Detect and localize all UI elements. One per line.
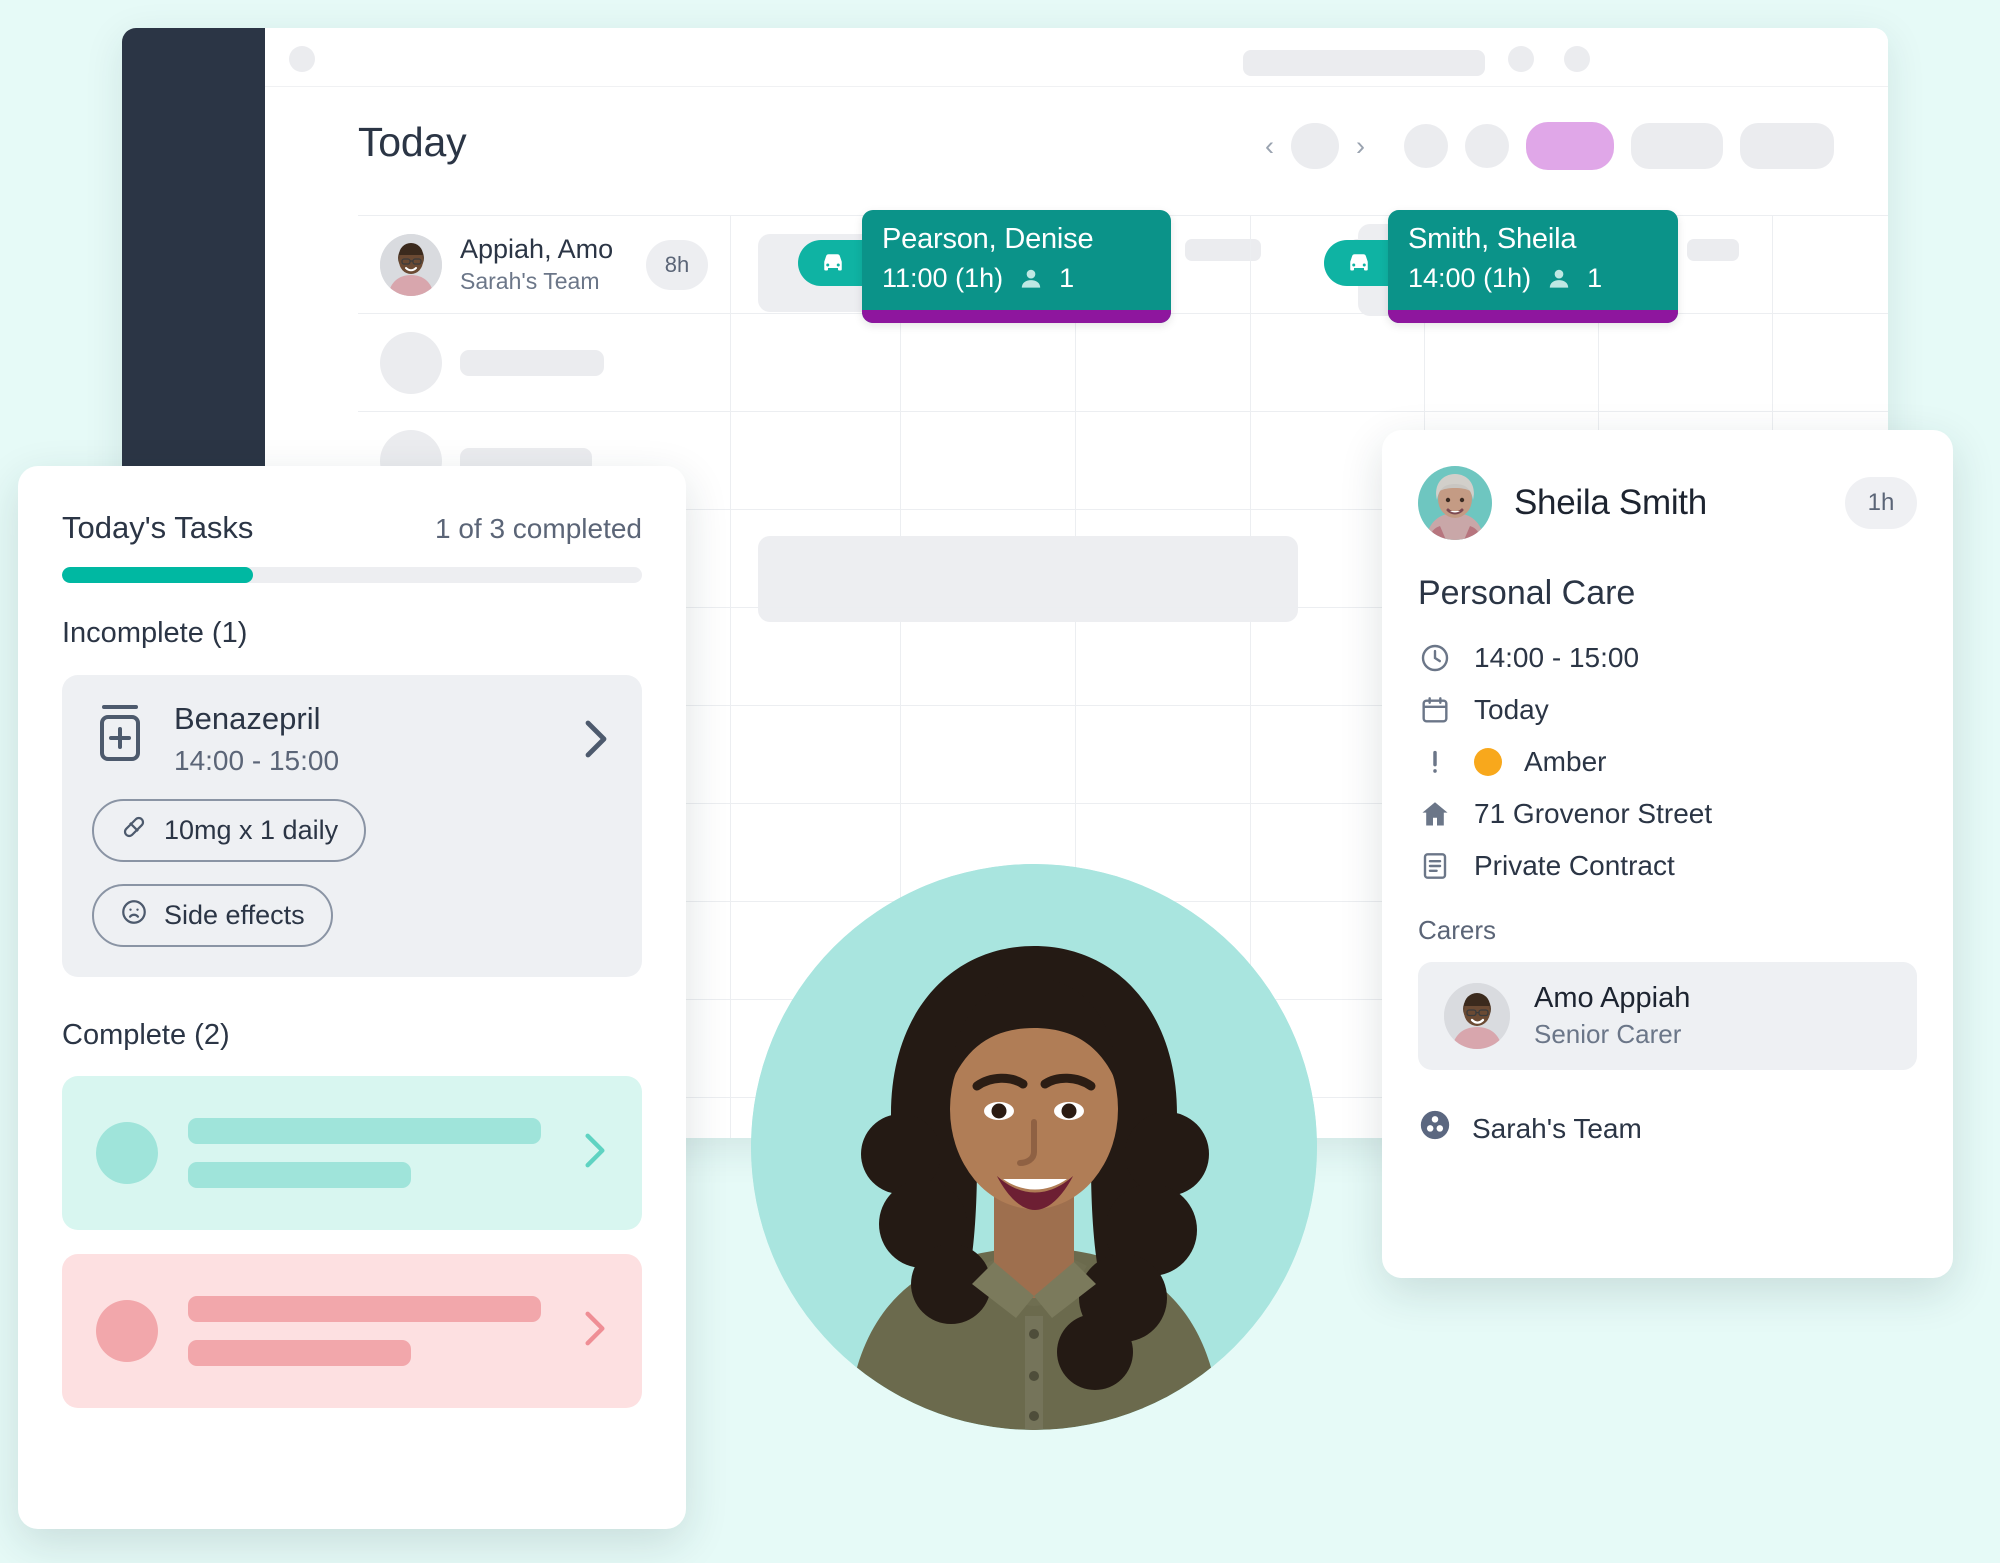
tasks-header: Today's Tasks 1 of 3 completed bbox=[62, 510, 642, 546]
task-item-benazepril[interactable]: Benazepril 14:00 - 15:00 10mg x 1 daily bbox=[62, 675, 642, 977]
chevron-left-icon[interactable]: ‹ bbox=[1265, 132, 1274, 160]
completed-task-item[interactable] bbox=[62, 1253, 642, 1408]
avatar bbox=[380, 233, 442, 296]
medication-bottle-icon bbox=[92, 701, 148, 768]
document-icon bbox=[1418, 849, 1452, 883]
alert-icon bbox=[1418, 745, 1452, 779]
task-time: 14:00 - 15:00 bbox=[174, 744, 340, 776]
appointment-people-count: 1 bbox=[1587, 263, 1603, 294]
appointment-people-count: 1 bbox=[1059, 263, 1075, 294]
detail-row-time: 14:00 - 15:00 bbox=[1418, 641, 1917, 675]
detail-priority-value: Amber bbox=[1524, 746, 1607, 777]
page-header: Today ‹ › bbox=[265, 87, 1888, 261]
avatar bbox=[1418, 466, 1492, 540]
appointment-client: Pearson, Denise bbox=[882, 223, 1094, 255]
pill-icon bbox=[120, 813, 148, 848]
incomplete-section-label: Incomplete (1) bbox=[62, 617, 248, 649]
carer-chip[interactable]: Amo Appiah Senior Carer bbox=[1418, 962, 1917, 1070]
app-chrome-bar bbox=[265, 28, 1888, 87]
chrome-menu-placeholder[interactable] bbox=[289, 46, 315, 72]
avatar bbox=[1444, 983, 1510, 1049]
detail-info-rows: 14:00 - 15:00 Today Amber 71 Grovenor St… bbox=[1418, 641, 1917, 883]
detail-time-value: 14:00 - 15:00 bbox=[1474, 642, 1640, 673]
detail-row-date: Today bbox=[1418, 693, 1917, 727]
detail-row-priority: Amber bbox=[1418, 745, 1917, 779]
carer-chip-name: Amo Appiah bbox=[1534, 982, 1691, 1014]
avatar-placeholder bbox=[380, 331, 442, 394]
sad-face-icon bbox=[120, 898, 148, 933]
appointment-client: Smith, Sheila bbox=[1408, 223, 1577, 255]
hero-photo bbox=[751, 864, 1317, 1430]
completed-task-item[interactable] bbox=[62, 1075, 642, 1230]
chevron-right-icon[interactable] bbox=[584, 1131, 606, 1174]
detail-date-value: Today bbox=[1474, 694, 1549, 725]
completed-task-avatar-placeholder bbox=[96, 1299, 158, 1362]
page-title: Today bbox=[358, 119, 467, 165]
screenshot-stage: Today ‹ › Appiah, Amo Sarah's Team 8h Pe… bbox=[0, 0, 2000, 1563]
completed-task-sub-placeholder bbox=[188, 1161, 411, 1188]
detail-client-name: Sheila Smith bbox=[1514, 483, 1707, 522]
task-chip-side-effects[interactable]: Side effects bbox=[92, 883, 333, 947]
appointment-time: 11:00 (1h) bbox=[882, 263, 1004, 294]
carer-name-placeholder bbox=[460, 349, 604, 376]
carer-name: Appiah, Amo bbox=[460, 233, 614, 264]
detail-duration-badge: 1h bbox=[1845, 477, 1917, 529]
person-icon bbox=[1021, 269, 1041, 288]
detail-service-type: Personal Care bbox=[1418, 574, 1636, 612]
carers-label: Carers bbox=[1418, 915, 1497, 945]
team-row[interactable]: Sarah's Team bbox=[1418, 1108, 1917, 1149]
table-row[interactable]: Appiah, Amo Sarah's Team 8h Pearson, Den… bbox=[358, 210, 1888, 323]
chevron-right-icon[interactable] bbox=[584, 1309, 606, 1352]
task-chip-dosage[interactable]: 10mg x 1 daily bbox=[92, 798, 367, 862]
team-label: Sarah's Team bbox=[1472, 1112, 1642, 1144]
complete-section-label: Complete (2) bbox=[62, 1018, 230, 1051]
car-icon bbox=[1350, 254, 1368, 271]
view-pill-2[interactable] bbox=[1631, 123, 1723, 169]
chrome-action-placeholder-1[interactable] bbox=[1508, 46, 1534, 72]
appointment-detail-panel: Sheila Smith 1h Personal Care 14:00 - 15… bbox=[1382, 430, 1953, 1278]
carer-chip-role: Senior Carer bbox=[1534, 1019, 1682, 1049]
team-icon bbox=[1418, 1108, 1452, 1149]
clock-icon bbox=[1418, 641, 1452, 675]
chevron-right-icon[interactable] bbox=[584, 719, 608, 764]
detail-row-contract: Private Contract bbox=[1418, 849, 1917, 883]
completed-task-title-placeholder bbox=[188, 1117, 541, 1144]
detail-header: Sheila Smith 1h bbox=[1418, 466, 1917, 540]
detail-row-address: 71 Grovenor Street bbox=[1418, 797, 1917, 831]
calendar-icon bbox=[1418, 693, 1452, 727]
appointment-time: 14:00 (1h) bbox=[1408, 263, 1532, 294]
view-pill-3[interactable] bbox=[1740, 123, 1834, 169]
active-view-pill[interactable] bbox=[1526, 122, 1614, 170]
chevron-right-icon[interactable]: › bbox=[1356, 132, 1365, 160]
detail-address-value: 71 Grovenor Street bbox=[1474, 798, 1713, 829]
chrome-search-placeholder[interactable] bbox=[1243, 50, 1485, 76]
appointment-block[interactable]: Smith, Sheila 14:00 (1h) 1 bbox=[1388, 210, 1678, 323]
person-icon bbox=[1549, 269, 1569, 288]
task-chip-dosage-label: 10mg x 1 daily bbox=[164, 814, 339, 845]
hours-badge: 8h bbox=[646, 239, 708, 290]
detail-contract-value: Private Contract bbox=[1474, 850, 1675, 881]
task-chip-side-effects-label: Side effects bbox=[164, 899, 305, 930]
priority-color-dot bbox=[1474, 748, 1502, 776]
carer-cell[interactable]: Appiah, Amo Sarah's Team 8h bbox=[358, 216, 730, 313]
tasks-title: Today's Tasks bbox=[62, 510, 254, 545]
date-picker-placeholder[interactable] bbox=[1291, 123, 1339, 169]
home-icon bbox=[1418, 797, 1452, 831]
tasks-progress-fill bbox=[62, 567, 254, 583]
completed-task-avatar-placeholder bbox=[96, 1121, 158, 1184]
todays-tasks-card: Today's Tasks 1 of 3 completed Incomplet… bbox=[18, 466, 686, 1529]
carer-team: Sarah's Team bbox=[460, 268, 600, 295]
tasks-progress-bar bbox=[62, 567, 642, 583]
table-row[interactable] bbox=[358, 314, 1888, 412]
completed-task-title-placeholder bbox=[188, 1295, 541, 1322]
completed-task-sub-placeholder bbox=[188, 1339, 411, 1366]
calendar-toolbar: ‹ › bbox=[1265, 122, 1834, 170]
appointment-block[interactable]: Pearson, Denise 11:00 (1h) 1 bbox=[862, 210, 1171, 323]
tasks-completed-count: 1 of 3 completed bbox=[434, 513, 642, 544]
chrome-action-placeholder-2[interactable] bbox=[1564, 46, 1590, 72]
toolbar-placeholder-1[interactable] bbox=[1404, 124, 1448, 168]
toolbar-placeholder-2[interactable] bbox=[1465, 124, 1509, 168]
task-name: Benazepril bbox=[174, 701, 321, 736]
car-icon bbox=[824, 254, 842, 271]
